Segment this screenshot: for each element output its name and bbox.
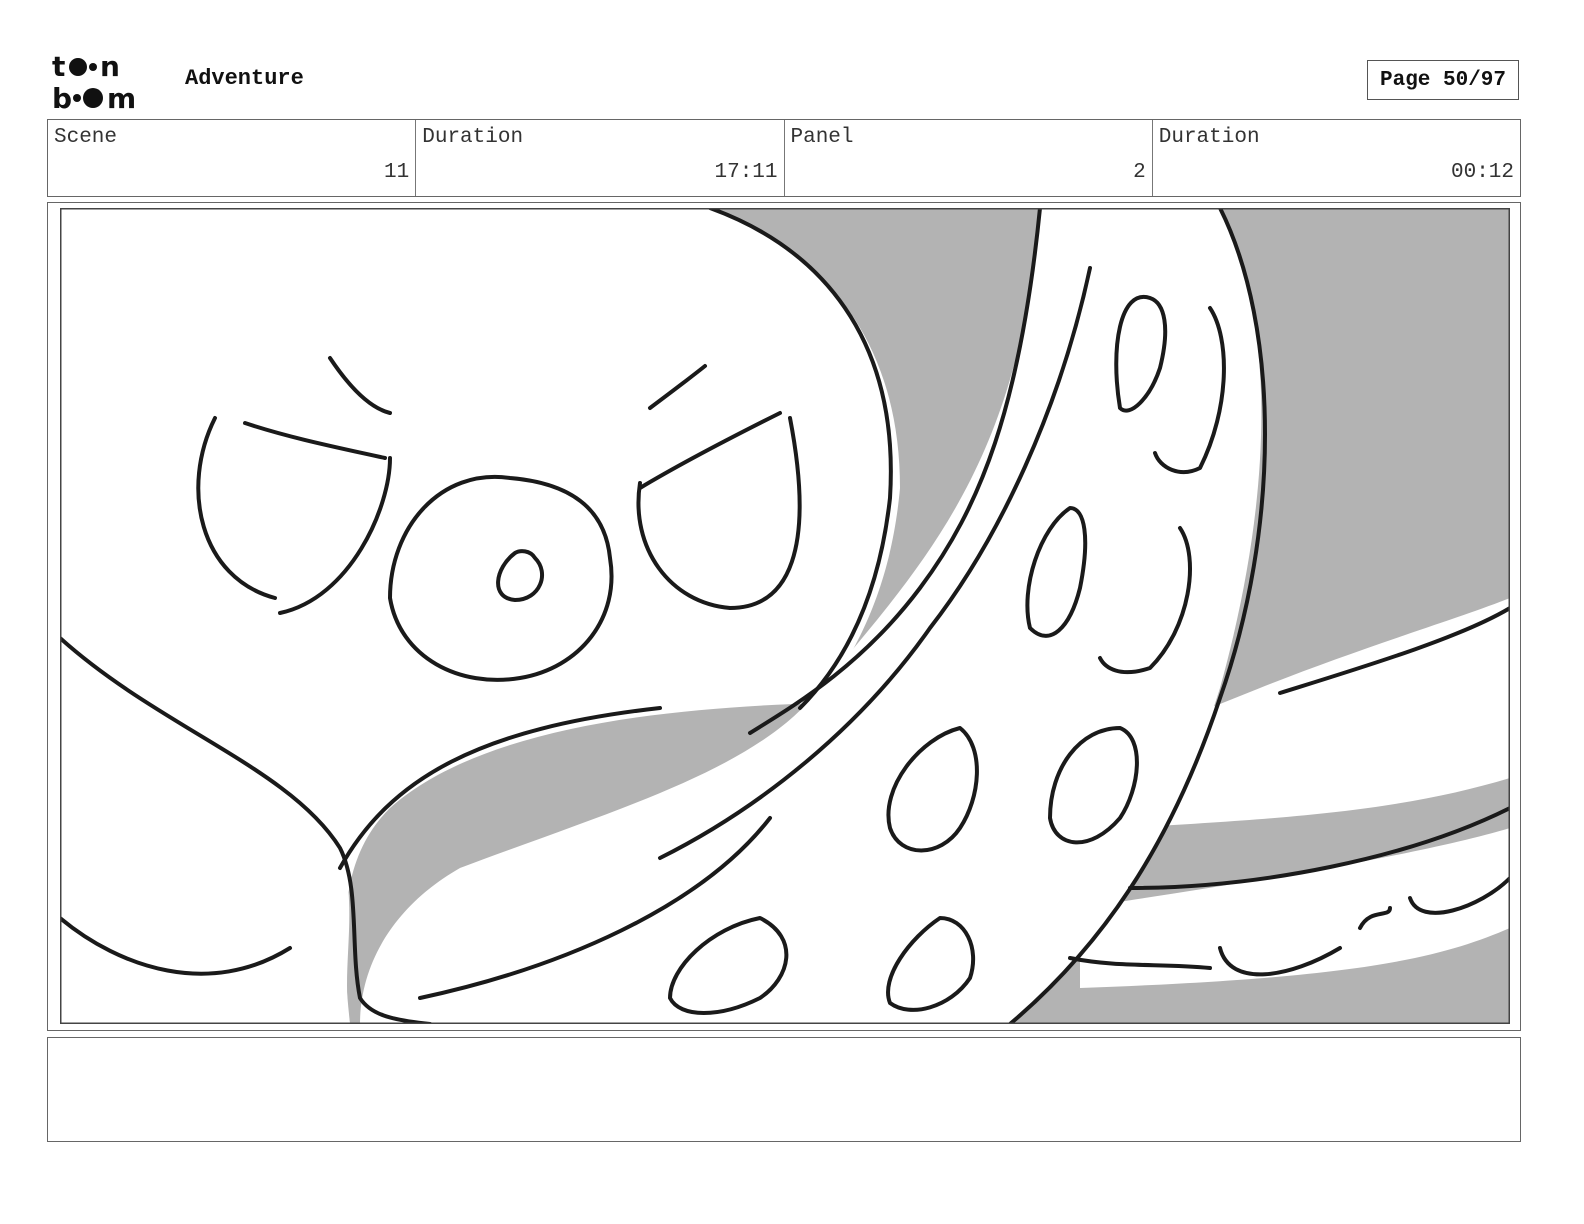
panel-value: 2 xyxy=(1133,161,1146,184)
scene-label: Scene xyxy=(54,126,118,149)
panel-duration-value: 00:12 xyxy=(1450,161,1514,184)
svg-text:t: t xyxy=(52,50,65,83)
svg-text:m: m xyxy=(107,82,136,112)
project-title: Adventure xyxy=(185,66,304,91)
panel-duration-cell: Duration 00:12 xyxy=(1153,120,1520,196)
scene-duration-cell: Duration 17:11 xyxy=(416,120,785,196)
scene-cell: Scene 11 xyxy=(48,120,417,196)
toon-boom-logo: t n b m xyxy=(52,50,136,112)
scene-value: 11 xyxy=(384,161,410,184)
scene-duration-value: 17:11 xyxy=(714,161,778,184)
panel-duration-label: Duration xyxy=(1158,126,1260,149)
svg-text:b: b xyxy=(52,82,72,112)
page-indicator: Page 50/97 xyxy=(1367,60,1519,100)
panel-label: Panel xyxy=(790,126,854,149)
scene-duration-label: Duration xyxy=(422,126,524,149)
svg-text:n: n xyxy=(100,50,120,83)
panel-cell: Panel 2 xyxy=(785,120,1153,196)
panel-notes-box xyxy=(47,1037,1521,1142)
scene-info-row: Scene 11 Duration 17:11 Panel 2 Duration… xyxy=(47,119,1521,197)
panel-sketch-image xyxy=(60,208,1510,1024)
